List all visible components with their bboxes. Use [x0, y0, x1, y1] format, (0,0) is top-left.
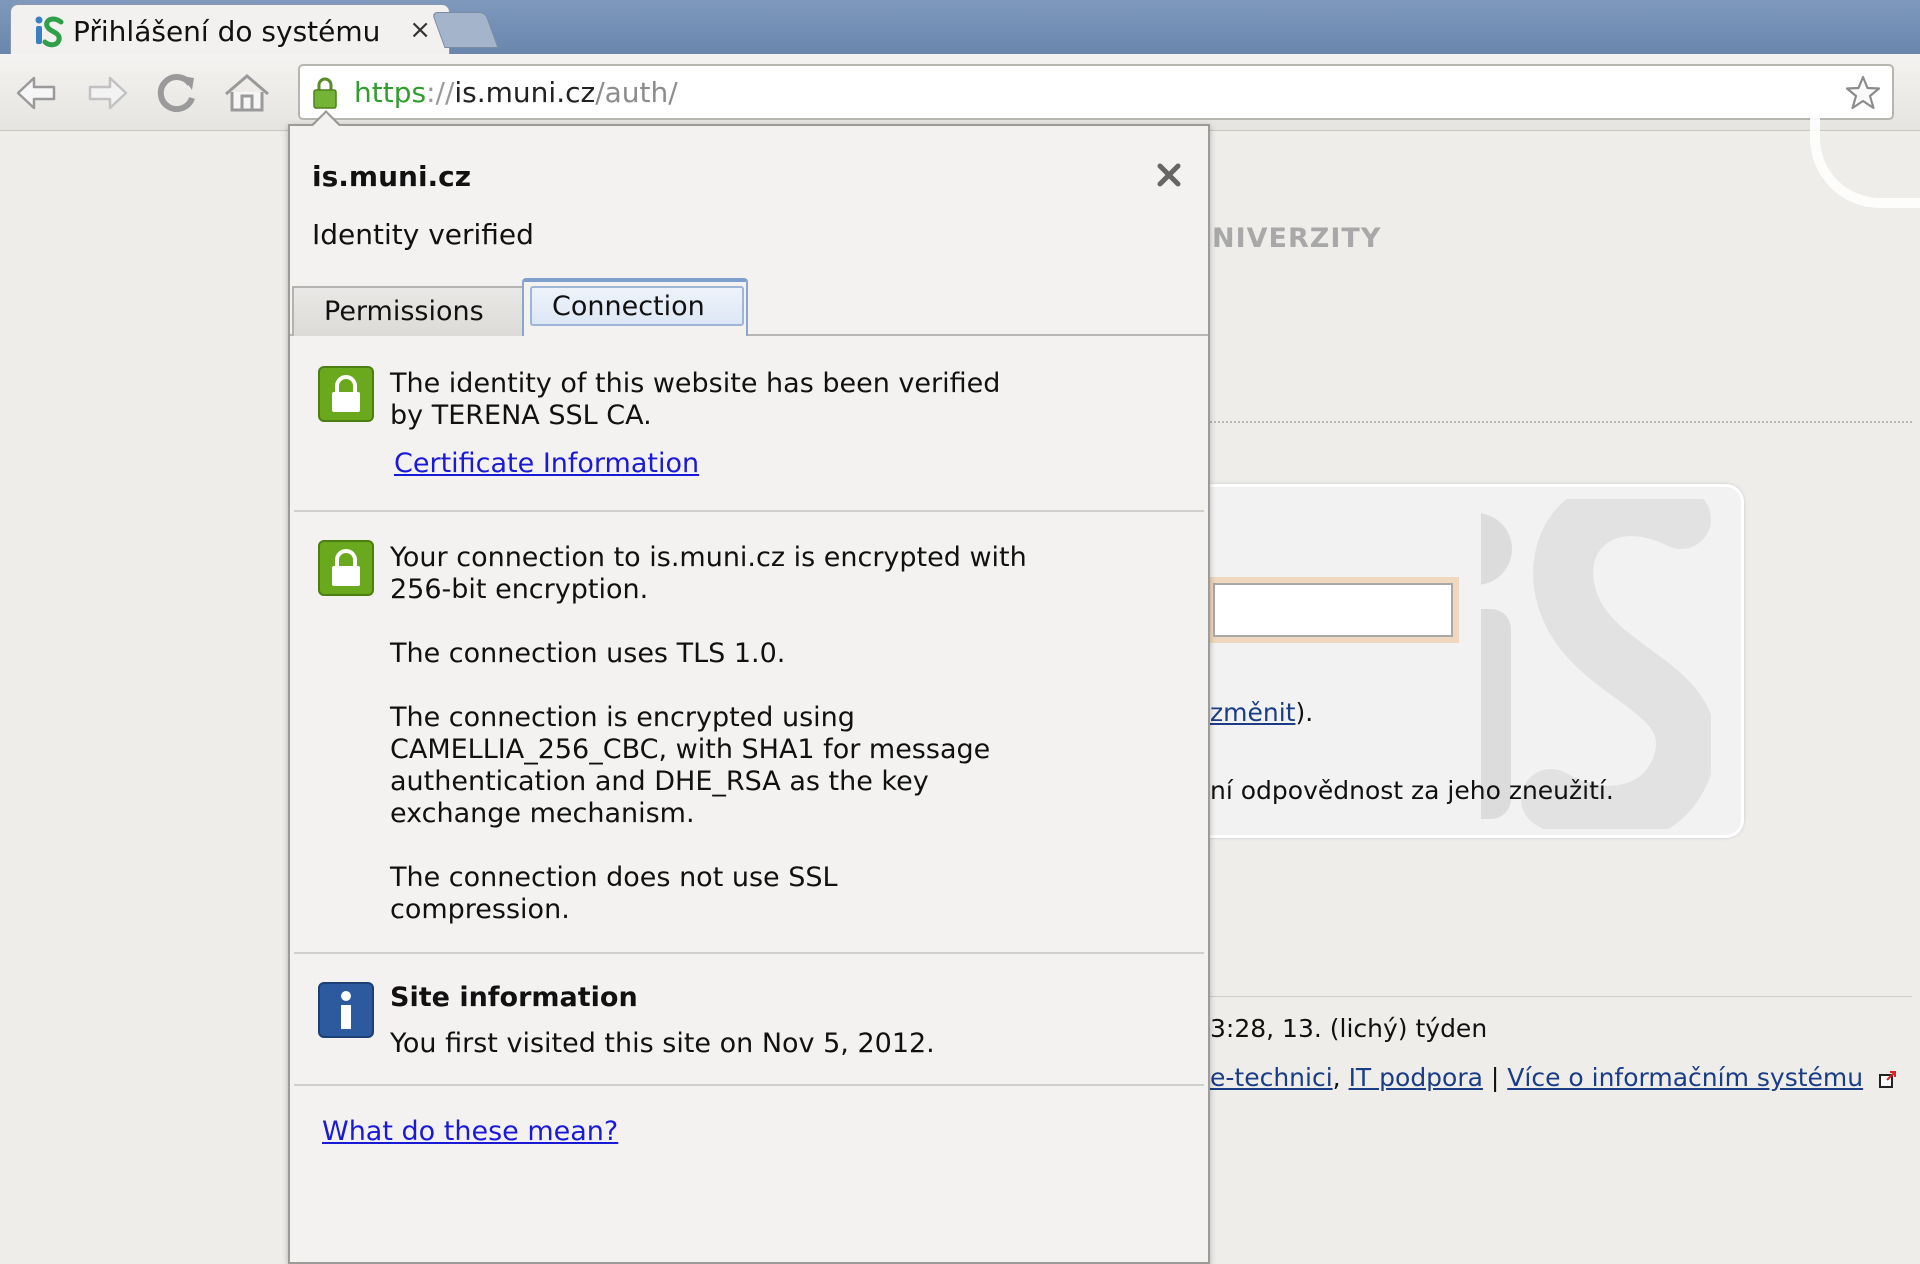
- footer-separator: ,: [1332, 1063, 1349, 1092]
- login-hint-tail: ).: [1295, 698, 1314, 727]
- tab-connection[interactable]: Connection: [522, 278, 748, 336]
- back-icon[interactable]: [12, 68, 62, 118]
- identity-line2: by TERENA SSL CA.: [390, 400, 652, 431]
- footer-link-it-podpora[interactable]: IT podpora: [1349, 1063, 1483, 1092]
- site-info-popup: is.muni.cz Identity verified Permissions…: [288, 124, 1210, 1264]
- browser-tab[interactable]: Přihlášení do systému ×: [10, 4, 450, 54]
- lock-icon: [318, 366, 374, 422]
- tab-connection-label: Connection: [552, 291, 705, 322]
- site-info-title: Site information: [390, 982, 638, 1013]
- cipher-line4: exchange mechanism.: [390, 798, 695, 829]
- encryption-line1: Your connection to is.muni.cz is encrypt…: [390, 542, 1027, 573]
- url-text: https://is.muni.cz/auth/: [354, 76, 678, 109]
- section-divider: [294, 1084, 1204, 1086]
- help-link[interactable]: What do these mean?: [322, 1116, 618, 1147]
- home-icon[interactable]: [222, 68, 272, 118]
- lock-icon: [318, 540, 374, 596]
- tab-permissions-label: Permissions: [324, 296, 484, 327]
- external-link-icon: [1879, 1071, 1897, 1088]
- compression-line2: compression.: [390, 894, 570, 925]
- cipher-line3: authentication and DHE_RSA as the key: [390, 766, 929, 797]
- tab-strip: Přihlášení do systému ×: [0, 0, 1920, 54]
- tab-title: Přihlášení do systému: [73, 15, 381, 48]
- identity-text: The identity of this website has been ve…: [390, 368, 1150, 432]
- url-scheme: https: [354, 76, 427, 109]
- forward-icon[interactable]: [82, 68, 132, 118]
- login-warning: ní odpovědnost za jeho zneužití.: [1210, 776, 1614, 805]
- cipher-line2: CAMELLIA_256_CBC, with SHA1 for message: [390, 734, 991, 765]
- login-input[interactable]: [1213, 583, 1453, 637]
- url-path: /auth/: [595, 76, 678, 109]
- popup-arrow-fill: [312, 113, 340, 127]
- footer-time: 3:28, 13. (lichý) týden: [1210, 1014, 1488, 1043]
- url-host: is.muni.cz: [454, 76, 596, 109]
- certificate-information-link[interactable]: Certificate Information: [394, 448, 699, 479]
- encryption-line2: 256-bit encryption.: [390, 574, 649, 605]
- page-decoration: [1810, 118, 1920, 208]
- section-divider: [294, 510, 1204, 512]
- is-logo-icon: [35, 16, 64, 48]
- close-icon[interactable]: [1156, 162, 1182, 188]
- section-divider: [294, 952, 1204, 954]
- lock-icon[interactable]: [312, 76, 338, 110]
- footer-link-more-info[interactable]: Více o informačním systému: [1507, 1063, 1863, 1092]
- page-heading: NIVERZITY: [1212, 223, 1382, 254]
- footer-links: e-technici, IT podpora | Více o informač…: [1210, 1063, 1897, 1092]
- address-bar[interactable]: https://is.muni.cz/auth/: [298, 64, 1894, 120]
- protocol-text: The connection uses TLS 1.0.: [390, 638, 786, 669]
- tab-permissions[interactable]: Permissions: [292, 286, 524, 336]
- star-icon[interactable]: [1844, 74, 1882, 112]
- compression-line1: The connection does not use SSL: [390, 862, 838, 893]
- encryption-text: Your connection to is.muni.cz is encrypt…: [390, 542, 1150, 926]
- cipher-line1: The connection is encrypted using: [390, 702, 855, 733]
- footer-link-technici[interactable]: e-technici: [1210, 1063, 1333, 1092]
- identity-status: Identity verified: [312, 218, 534, 251]
- page-divider: [1210, 421, 1912, 423]
- site-info-text: You first visited this site on Nov 5, 20…: [390, 1028, 935, 1059]
- url-separator: ://: [426, 76, 455, 109]
- login-hint: změnit).: [1210, 698, 1313, 727]
- identity-line1: The identity of this website has been ve…: [390, 368, 1001, 399]
- footer-divider: [1210, 996, 1912, 997]
- info-icon: [318, 982, 374, 1038]
- change-link[interactable]: změnit: [1210, 698, 1295, 727]
- popup-host: is.muni.cz: [312, 160, 472, 193]
- footer-separator: |: [1482, 1063, 1508, 1092]
- browser-toolbar: https://is.muni.cz/auth/: [0, 54, 1920, 131]
- reload-icon[interactable]: [152, 68, 202, 118]
- tab-close-icon[interactable]: ×: [409, 15, 431, 45]
